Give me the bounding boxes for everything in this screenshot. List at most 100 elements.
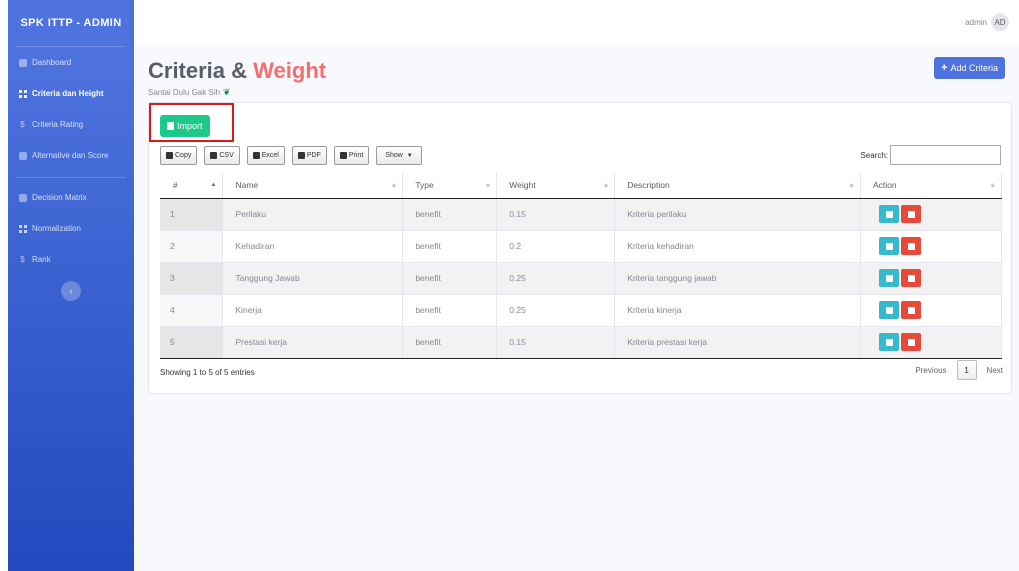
cell-description: Kriteria prestasi kerja — [614, 326, 862, 359]
column-header-type[interactable]: Type ◆ — [402, 173, 498, 199]
sidebar-item-alternative[interactable]: Alternative dan Score — [8, 140, 134, 171]
search-input[interactable] — [890, 145, 1001, 165]
grid-icon — [18, 193, 27, 202]
dollar-icon: $ — [20, 120, 25, 129]
delete-button[interactable] — [901, 301, 922, 319]
sidebar-item-criteria[interactable]: Criteria dan Height — [8, 78, 134, 109]
sidebar-item-rank[interactable]: $ Rank — [8, 244, 134, 275]
delete-button[interactable] — [901, 269, 922, 287]
cell-weight: 0.25 — [496, 262, 616, 295]
print-icon — [339, 152, 347, 159]
caret-down-icon: ▼ — [406, 152, 413, 159]
table-icon — [18, 224, 27, 233]
sidebar-toggle-button[interactable]: ‹ — [61, 281, 81, 301]
trash-icon — [907, 210, 915, 218]
cell-number: 2 — [160, 230, 224, 263]
column-header-description[interactable]: Description ◆ — [614, 173, 862, 199]
header-label: Name — [235, 180, 259, 191]
export-buttons: Copy CSV Excel PDF Print Show ▼ — [160, 146, 429, 165]
sidebar-item-criteria-rating[interactable]: $ Criteria Rating — [8, 109, 134, 140]
table-row: 4 Kinerja benefit 0.25 Kriteria kinerja — [160, 294, 1002, 327]
cell-description: Kriteria kinerja — [614, 294, 862, 327]
add-criteria-label: Add Criteria — [950, 63, 998, 73]
sidebar-item-label: Normalization — [32, 224, 81, 233]
header-label: Type — [415, 180, 434, 191]
header-label: Weight — [509, 180, 536, 191]
cell-description: Kriteria tanggung jawab — [614, 262, 862, 295]
column-header-weight[interactable]: Weight ◆ — [496, 173, 616, 199]
leaf-icon: ❦ — [223, 87, 231, 97]
page-subtitle: Santai Dulu Gak Sih ❦ — [148, 87, 231, 98]
page-title-accent: Weight — [253, 58, 327, 83]
cell-type: benefit — [402, 262, 498, 295]
cell-name: Perilaku — [222, 198, 404, 231]
edit-button[interactable] — [879, 269, 900, 287]
column-header-action[interactable]: Action ◆ — [860, 173, 1002, 199]
sidebar-divider — [16, 177, 126, 178]
sidebar-item-normalization[interactable]: Normalization — [8, 213, 134, 244]
cell-name: Prestasi kerja — [222, 326, 404, 359]
header-label: Action — [873, 180, 897, 191]
import-button[interactable]: Import — [160, 115, 210, 137]
add-criteria-button[interactable]: + Add Criteria — [934, 57, 1005, 79]
user-name[interactable]: admin — [965, 18, 987, 27]
csv-label: CSV — [219, 152, 234, 159]
page-title: Criteria & Weight — [148, 58, 326, 84]
cell-weight: 0.15 — [496, 198, 616, 231]
edit-button[interactable] — [879, 333, 900, 351]
cell-number: 3 — [160, 262, 224, 295]
sort-asc-icon: ▲ — [210, 182, 217, 188]
copy-button[interactable]: Copy — [160, 146, 198, 165]
page-1-button[interactable]: 1 — [956, 360, 977, 380]
edit-icon — [885, 210, 893, 218]
table-row: 2 Kehadiran benefit 0.2 Kriteria kehadir… — [160, 230, 1002, 263]
column-header-number[interactable]: # ▲ — [160, 173, 224, 199]
page-title-main: Criteria & — [148, 58, 248, 83]
cell-weight: 0.15 — [496, 326, 616, 359]
csv-button[interactable]: CSV — [204, 146, 240, 165]
next-button[interactable]: Next — [987, 366, 1003, 375]
previous-button[interactable]: Previous — [915, 366, 946, 375]
excel-icon — [252, 152, 260, 159]
sidebar: SPK ITTP - ADMIN Dashboard Criteria dan … — [8, 0, 134, 571]
pdf-button[interactable]: PDF — [291, 146, 327, 165]
plus-icon: + — [941, 62, 948, 74]
cell-number: 5 — [160, 326, 224, 359]
show-entries-dropdown[interactable]: Show ▼ — [376, 146, 422, 165]
cell-name: Tanggung Jawab — [222, 262, 404, 295]
criteria-card: Import Copy CSV Excel PDF Print Show ▼ Se… — [148, 102, 1012, 394]
delete-button[interactable] — [901, 333, 922, 351]
copy-label: Copy — [175, 152, 192, 159]
excel-button[interactable]: Excel — [246, 146, 285, 165]
delete-button[interactable] — [901, 205, 922, 223]
import-icon — [167, 122, 174, 130]
subtitle-text: Santai Dulu Gak Sih — [148, 88, 221, 97]
cell-type: benefit — [402, 230, 498, 263]
table-row: 5 Prestasi kerja benefit 0.15 Kriteria p… — [160, 326, 1002, 359]
table-icon — [18, 89, 27, 98]
pdf-label: PDF — [306, 152, 321, 159]
column-header-name[interactable]: Name ◆ — [222, 173, 404, 199]
excel-label: Excel — [261, 152, 279, 159]
avatar[interactable]: AD — [991, 13, 1009, 31]
sidebar-item-label: Criteria dan Height — [32, 89, 104, 98]
sort-icon: ◆ — [990, 183, 995, 189]
print-button[interactable]: Print — [333, 146, 370, 165]
sort-icon: ◆ — [485, 183, 491, 189]
dashboard-icon — [18, 58, 27, 67]
sidebar-item-decision-matrix[interactable]: Decision Matrix — [8, 182, 134, 213]
cell-description: Kriteria kehadiran — [614, 230, 862, 263]
edit-button[interactable] — [879, 237, 900, 255]
table-row: 3 Tanggung Jawab benefit 0.25 Kriteria t… — [160, 262, 1002, 295]
cell-type: benefit — [402, 326, 498, 359]
list-icon — [18, 151, 27, 160]
delete-button[interactable] — [901, 237, 922, 255]
cell-action — [860, 230, 1002, 263]
cell-name: Kehadiran — [222, 230, 404, 263]
edit-button[interactable] — [879, 205, 900, 223]
brand-title[interactable]: SPK ITTP - ADMIN — [8, 0, 134, 46]
sidebar-item-dashboard[interactable]: Dashboard — [8, 47, 134, 78]
criteria-table: # ▲ Name ◆ Type ◆ Weight ◆ Description ◆ Acti… — [160, 173, 1002, 359]
edit-button[interactable] — [879, 301, 900, 319]
trash-icon — [907, 274, 915, 282]
